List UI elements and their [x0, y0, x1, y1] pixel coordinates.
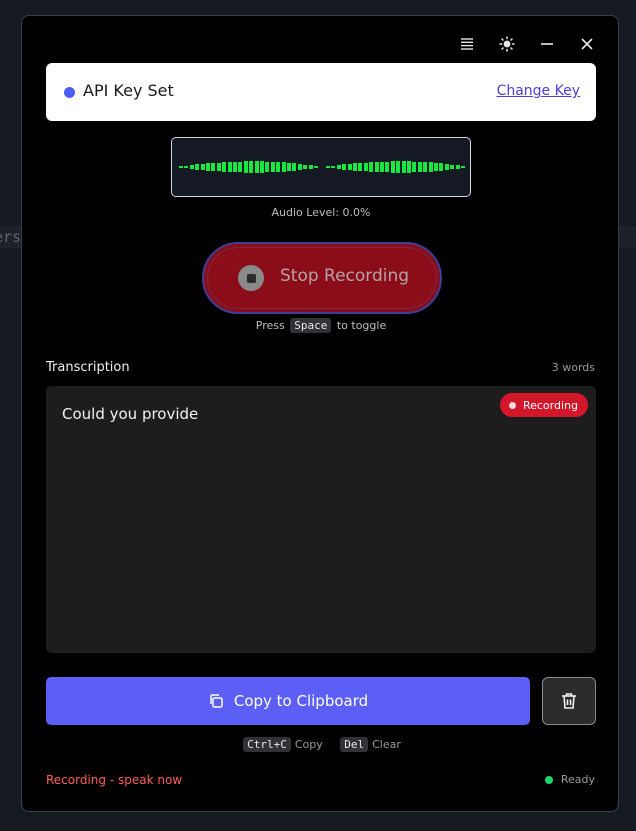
stop-icon: [238, 265, 264, 291]
titlebar-controls: [455, 32, 599, 56]
visualizer-bar: [189, 164, 194, 170]
visualizer-bar: [265, 161, 270, 173]
visualizer-bar: [390, 161, 395, 173]
visualizer-bar: [200, 163, 205, 171]
visualizer-bar: [238, 161, 243, 173]
ready-dot-icon: [544, 775, 553, 784]
trash-icon: [562, 693, 576, 709]
visualizer-bar: [216, 162, 221, 172]
transcription-textarea[interactable]: Could you provide Recording: [46, 386, 596, 653]
toggle-hint-prefix: Press: [255, 319, 285, 332]
visualizer-bar: [211, 162, 216, 172]
copy-to-clipboard-button[interactable]: Copy to Clipboard: [46, 677, 530, 725]
visualizer-bar: [434, 162, 438, 172]
toggle-hint: Press Space to toggle: [22, 318, 620, 333]
visualizer-bar: [363, 162, 368, 172]
stop-recording-label: Stop Recording: [280, 266, 410, 286]
visualizer-bar: [369, 162, 374, 172]
visualizer-bar: [292, 163, 297, 171]
audio-visualizer: [171, 137, 471, 197]
visualizer-bar: [308, 165, 313, 169]
visualizer-bar: [249, 161, 254, 173]
copy-icon: [210, 694, 223, 708]
visualizer-bar: [396, 161, 401, 173]
recording-badge: Recording: [499, 393, 588, 417]
recording-badge-label: Recording: [522, 398, 578, 412]
api-key-status-label: API Key Set: [83, 81, 174, 100]
visualizer-bar: [401, 161, 406, 173]
visualizer-bar: [412, 161, 417, 173]
recording-dot-icon: [508, 401, 516, 409]
visualizer-bar: [254, 161, 259, 173]
visualizer-bar: [326, 166, 330, 168]
visualizer-bar: [380, 161, 384, 173]
visualizer-bar: [222, 162, 227, 172]
api-key-card: API Key Set Change Key: [46, 63, 596, 121]
visualizer-bar: [439, 163, 444, 171]
minimize-icon[interactable]: [535, 32, 559, 56]
visualizer-bar: [195, 164, 200, 170]
visualizer-bar: [353, 163, 357, 171]
close-icon[interactable]: [575, 32, 599, 56]
visualizer-bar: [417, 161, 422, 173]
shortcut-key: Ctrl+C: [243, 737, 291, 752]
visualizer-bar: [455, 165, 460, 169]
visualizer-bar: [385, 161, 390, 173]
visualizer-bar: [281, 162, 286, 172]
theme-toggle-icon[interactable]: [495, 32, 519, 56]
api-key-status-dot: [64, 87, 75, 98]
visualizer-bar: [179, 166, 183, 168]
visualizer-bar: [358, 162, 363, 172]
visualizer-bar: [297, 163, 302, 171]
visualizer-bar: [407, 161, 411, 173]
menu-icon[interactable]: [455, 32, 479, 56]
recording-status-text: Recording - speak now: [46, 773, 183, 787]
visualizer-bar: [342, 164, 347, 170]
visualizer-bar: [227, 162, 232, 172]
shortcut-label: Clear: [372, 738, 401, 751]
visualizer-bar: [347, 163, 352, 171]
copy-button-label: Copy to Clipboard: [233, 692, 369, 710]
keyboard-shortcuts: Ctrl+C Copy Del Clear: [22, 737, 620, 752]
ready-status-label: Ready: [560, 773, 595, 786]
visualizer-bar: [336, 164, 341, 170]
visualizer-bar: [461, 166, 465, 168]
visualizer-bar: [260, 161, 264, 173]
visualizer-bar: [314, 166, 318, 168]
visualizer-bar: [184, 165, 189, 169]
visualizer-bar: [428, 162, 433, 172]
visualizer-bar: [243, 161, 248, 173]
shortcut-clear: Del Clear: [338, 737, 401, 752]
visualizer-bar: [233, 161, 237, 173]
visualizer-bar: [270, 161, 275, 173]
space-key-badge: Space: [290, 318, 332, 333]
visualizer-bar: [450, 164, 455, 170]
visualizer-bar: [444, 163, 449, 171]
visualizer-bar: [331, 165, 336, 169]
audio-level-label: Audio Level: 0.0%: [271, 206, 371, 219]
visualizer-bar: [423, 162, 428, 172]
shortcut-label: Copy: [294, 738, 323, 751]
toggle-hint-suffix: to toggle: [336, 319, 387, 332]
visualizer-bars: [179, 138, 465, 196]
stop-recording-button[interactable]: Stop Recording: [202, 242, 442, 314]
visualizer-bar: [287, 162, 291, 172]
visualizer-bar: [206, 163, 210, 171]
visualizer-bar: [276, 162, 281, 172]
visualizer-bar: [374, 162, 379, 172]
change-key-link[interactable]: Change Key: [497, 83, 580, 99]
app-window: API Key Set Change Key Audio Level: 0.0%…: [21, 15, 619, 812]
shortcut-key: Del: [340, 737, 369, 752]
clear-button[interactable]: [542, 677, 596, 725]
word-count: 3 words: [551, 361, 595, 374]
visualizer-bar: [303, 164, 308, 170]
shortcut-copy: Ctrl+C Copy: [241, 737, 323, 752]
transcription-text: Could you provide: [62, 405, 199, 423]
ready-status: Ready: [544, 773, 595, 786]
transcription-heading: Transcription: [46, 360, 130, 375]
